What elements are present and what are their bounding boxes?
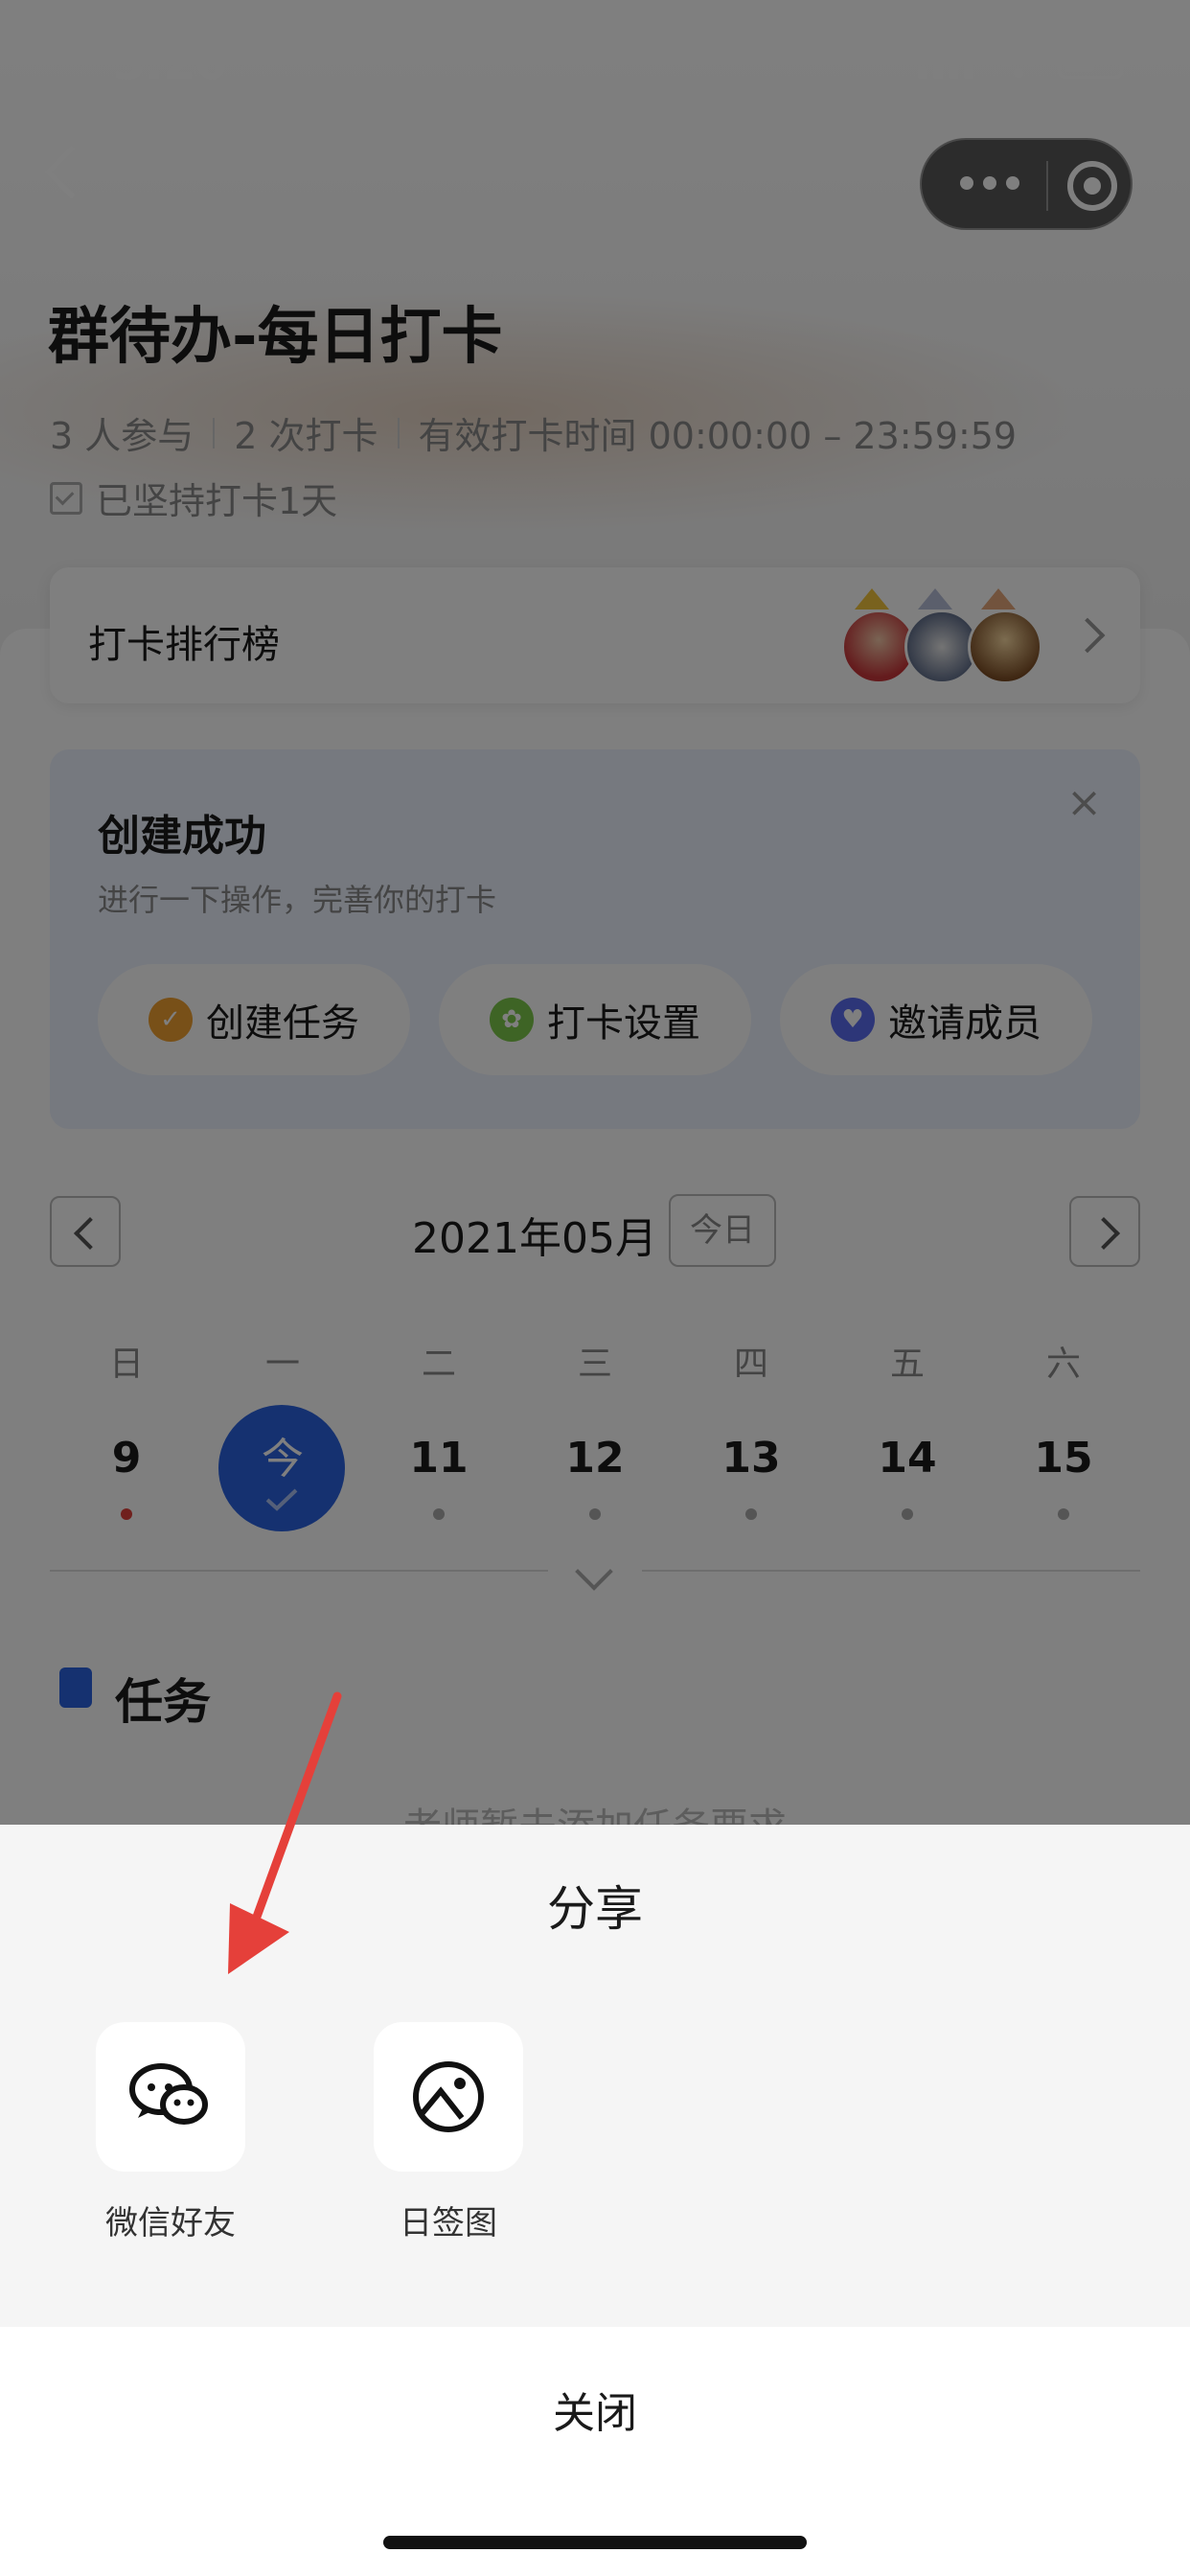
share-wechat-friend-label: 微信好友 <box>105 2204 236 2242</box>
share-daily-card-label: 日签图 <box>400 2204 497 2242</box>
share-wechat-friend-button[interactable] <box>96 2022 245 2172</box>
share-daily-card-button[interactable] <box>374 2022 523 2172</box>
share-sheet-title: 分享 <box>547 1881 643 1937</box>
annotation-arrow <box>228 1691 342 1974</box>
wechat-icon <box>129 2063 208 2125</box>
close-button[interactable]: 关闭 <box>0 2379 1190 2440</box>
image-icon <box>413 2061 484 2132</box>
home-indicator <box>383 2536 807 2549</box>
